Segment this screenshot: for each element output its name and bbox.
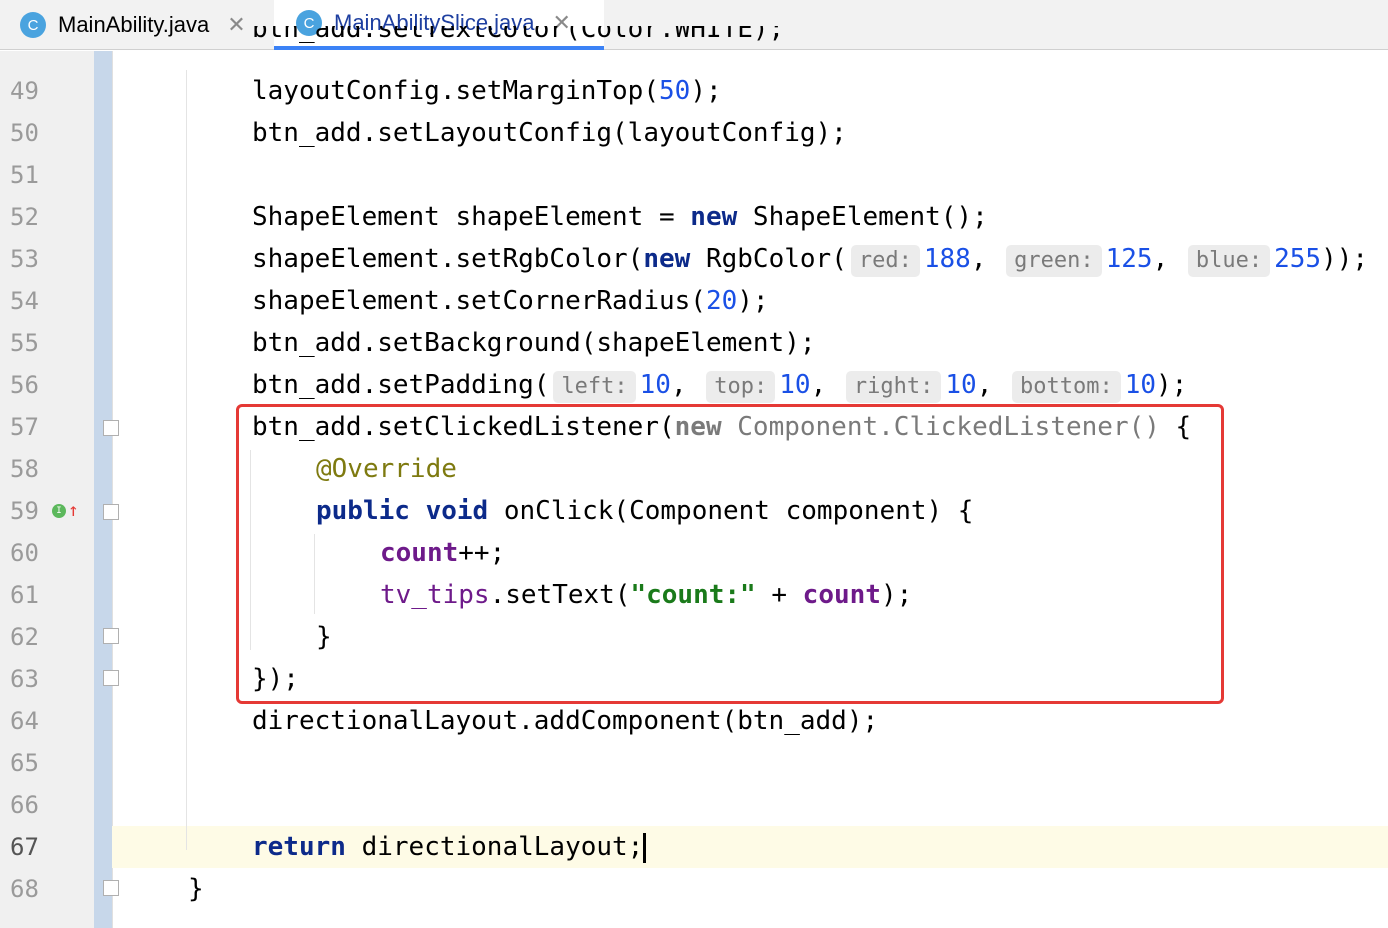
code-line: btn_add.setBackground(shapeElement); bbox=[252, 328, 816, 358]
line-65: 65 bbox=[0, 742, 1388, 784]
code-line: shapeElement.setCornerRadius(20); bbox=[252, 286, 769, 316]
code-line: btn_add.setLayoutConfig(layoutConfig); bbox=[252, 118, 847, 148]
text-cursor bbox=[643, 832, 647, 863]
code-line: return directionalLayout; bbox=[0, 826, 1388, 868]
param-hint: bottom: bbox=[1012, 371, 1121, 403]
param-hint: red: bbox=[850, 245, 920, 277]
line-number: 65 bbox=[10, 749, 39, 777]
param-hint: right: bbox=[845, 371, 942, 403]
code-text: btn_add.setTextColor(Color.WHITE); bbox=[252, 26, 785, 44]
code-line: ShapeElement shapeElement = new ShapeEle… bbox=[252, 202, 988, 232]
param-hint: left: bbox=[553, 371, 636, 403]
code-line: directionalLayout.addComponent(btn_add); bbox=[252, 706, 879, 736]
line-number: 66 bbox=[10, 791, 39, 819]
param-hint: blue: bbox=[1187, 245, 1271, 277]
code-line: shapeElement.setRgbColor(new RgbColor(re… bbox=[0, 238, 1388, 280]
param-hint: green: bbox=[1006, 245, 1102, 277]
highlight-annotation-box bbox=[236, 404, 1224, 704]
line-51: 51 bbox=[0, 154, 1388, 196]
param-hint: top: bbox=[706, 371, 776, 403]
code-line: layoutConfig.setMarginTop(50); bbox=[252, 76, 722, 106]
line-66: 66 bbox=[0, 784, 1388, 826]
code-line: btn_add.setPadding(left: 10, top: 10, righ… bbox=[0, 364, 1388, 406]
code-line-48-partial: btn_add.setTextColor(Color.WHITE); bbox=[0, 26, 1388, 50]
code-line: } bbox=[188, 874, 204, 904]
line-number: 51 bbox=[10, 161, 39, 189]
